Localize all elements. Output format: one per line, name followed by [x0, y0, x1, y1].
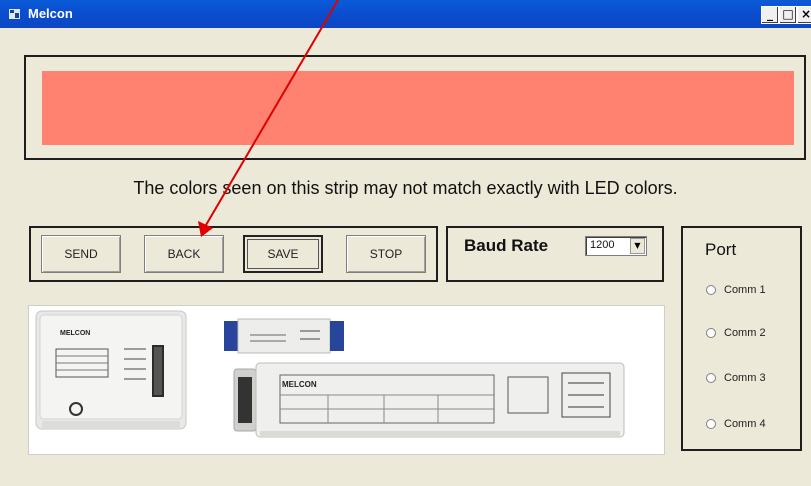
app-window: Melcon _ □ × The colors seen on this str…: [0, 0, 811, 486]
stop-button[interactable]: STOP: [346, 235, 426, 273]
port-radio-comm4[interactable]: Comm 4: [706, 418, 786, 432]
window-title: Melcon: [28, 6, 73, 21]
port-radio-comm2[interactable]: Comm 2: [706, 327, 786, 341]
color-strip: [42, 71, 794, 145]
radio-icon: [706, 328, 716, 338]
baud-rate-select[interactable]: 1200 ▼: [585, 236, 647, 256]
radio-icon: [706, 419, 716, 429]
title-bar[interactable]: Melcon _ □ ×: [0, 0, 811, 28]
radio-label: Comm 4: [724, 418, 766, 430]
port-radio-comm1[interactable]: Comm 1: [706, 284, 786, 298]
radio-icon: [706, 285, 716, 295]
close-button[interactable]: ×: [797, 6, 811, 24]
save-button[interactable]: SAVE: [243, 235, 323, 273]
product-brand-text-large: MELCON: [282, 380, 317, 389]
back-button[interactable]: BACK: [144, 235, 224, 273]
led-driver-photo: MELCON MELCON: [35, 310, 625, 438]
port-radio-comm3[interactable]: Comm 3: [706, 372, 786, 386]
radio-label: Comm 3: [724, 372, 766, 384]
port-title: Port: [705, 240, 737, 259]
radio-icon: [706, 373, 716, 383]
product-brand-text: MELCON: [60, 330, 90, 337]
radio-label: Comm 1: [724, 284, 766, 296]
minimize-button[interactable]: _: [761, 6, 779, 24]
send-button[interactable]: SEND: [41, 235, 121, 273]
radio-label: Comm 2: [724, 327, 766, 339]
product-image: MELCON MELCON: [28, 305, 665, 455]
maximize-button[interactable]: □: [779, 6, 797, 24]
dropdown-arrow-icon[interactable]: ▼: [630, 238, 645, 254]
baud-rate-label: Baud Rate: [464, 236, 549, 255]
baud-rate-value: 1200: [590, 239, 615, 251]
disclaimer-text: The colors seen on this strip may not ma…: [133, 178, 678, 198]
app-icon: [9, 9, 20, 19]
